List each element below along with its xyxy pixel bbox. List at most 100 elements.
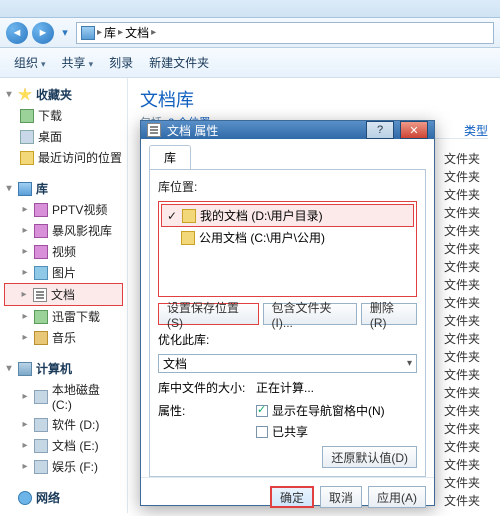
tree-item-videos[interactable]: ▸视频 [4,241,123,262]
tree-item-recent[interactable]: 最近访问的位置 [4,147,123,168]
organize-menu[interactable]: 组织 [8,51,52,74]
type-cell: 文件夹 [444,168,488,186]
type-cell: 文件夹 [444,438,488,456]
set-save-location-button[interactable]: 设置保存位置(S) [158,303,259,325]
type-cell: 文件夹 [444,312,488,330]
chevron-right-icon: ▸ [20,204,30,215]
video-icon [34,245,48,259]
shared-checkbox[interactable]: 已共享 [256,423,385,440]
attributes-row: 属性: 显示在导航窗格中(N) 已共享 [158,402,417,440]
tree-item-disk-d[interactable]: ▸软件 (D:) [4,414,123,435]
locations-label: 库位置: [158,178,417,195]
dialog-titlebar[interactable]: 文档 属性 ? ✕ [141,121,434,139]
type-cell: 文件夹 [444,348,488,366]
picture-icon [34,266,48,280]
ok-button[interactable]: 确定 [270,486,314,508]
tree-item-label: 下载 [38,107,62,124]
type-cell: 文件夹 [444,204,488,222]
help-button[interactable]: ? [366,121,394,139]
size-label: 库中文件的大小: [158,379,250,396]
tree-item-pptv[interactable]: ▸PPTV视频 [4,199,123,220]
properties-dialog: 文档 属性 ? ✕ 库 库位置: ✓ 我的文档 (D:\用户目录) 公用文档 (… [140,120,435,506]
location-item[interactable]: ✓ 我的文档 (D:\用户目录) [161,204,414,227]
library-icon [81,26,95,40]
remove-button[interactable]: 删除(R) [361,303,417,325]
tree-item-disk-f[interactable]: ▸ 娱乐 (F:) [4,456,123,477]
type-cell: 文件夹 [444,186,488,204]
nav-dropdown[interactable]: ▾ [58,22,72,44]
tree-label: 网络 [36,489,60,506]
include-folder-button[interactable]: 包含文件夹(I)... [263,303,357,325]
disk-icon [34,390,48,404]
dialog-panel: 库位置: ✓ 我的文档 (D:\用户目录) 公用文档 (C:\用户\公用) 设置… [149,169,426,477]
tree-item-label: 音乐 [52,329,76,346]
address-bar: ◄ ► ▾ ▸ 库 ▸ 文档 ▸ [0,18,500,48]
folder-icon [20,151,34,165]
chevron-right-icon: ▸ [20,246,30,257]
tree-item-label: 暴风影视库 [52,222,112,239]
locations-list[interactable]: ✓ 我的文档 (D:\用户目录) 公用文档 (C:\用户\公用) [161,204,414,294]
location-buttons: 设置保存位置(S) 包含文件夹(I)... 删除(R) [158,303,417,325]
tree-item-disk-e[interactable]: ▸文档 (E:) [4,435,123,456]
tree-item-desktop[interactable]: 桌面 [4,126,123,147]
location-item[interactable]: 公用文档 (C:\用户\公用) [161,227,414,248]
optimize-select[interactable]: 文档 ▾ [158,354,417,373]
chevron-down-icon: ▾ [4,183,14,194]
locations-box: ✓ 我的文档 (D:\用户目录) 公用文档 (C:\用户\公用) [158,201,417,297]
tree-head-favorites[interactable]: ▾ 收藏夹 [4,84,123,105]
chevron-right-icon: ▸ [20,225,30,236]
optimize-label: 优化此库: [158,331,250,348]
document-icon [33,288,47,302]
tree-item-documents[interactable]: ▸文档 [4,283,123,306]
tree-item-xunlei[interactable]: ▸迅雷下载 [4,306,123,327]
breadcrumb-seg-libraries[interactable]: 库 [104,24,116,41]
forward-button[interactable]: ► [32,22,54,44]
tree-item-label: 娱乐 (F:) [52,458,98,475]
chevron-right-icon: ▸ [19,289,29,300]
size-row: 库中文件的大小: 正在计算... [158,379,417,396]
disk-icon [34,460,48,474]
column-header-type[interactable]: 类型 [464,122,488,139]
burn-button[interactable]: 刻录 [103,51,139,74]
restore-defaults-button[interactable]: 还原默认值(D) [322,446,417,468]
apply-button[interactable]: 应用(A) [368,486,426,508]
new-folder-button[interactable]: 新建文件夹 [143,51,215,74]
type-cell: 文件夹 [444,366,488,384]
type-cell: 文件夹 [444,150,488,168]
type-cell: 文件夹 [444,420,488,438]
network-icon [18,491,32,505]
tree-item-downloads[interactable]: 下载 [4,105,123,126]
tree-item-pictures[interactable]: ▸图片 [4,262,123,283]
type-cell: 文件夹 [444,276,488,294]
tree-item-disk-c[interactable]: ▸本地磁盘 (C:) [4,379,123,414]
tree-head-computer[interactable]: ▾ 计算机 [4,358,123,379]
type-cell: 文件夹 [444,330,488,348]
tab-library[interactable]: 库 [149,145,191,169]
back-button[interactable]: ◄ [6,22,28,44]
close-button[interactable]: ✕ [400,121,428,139]
tree-item-baofeng[interactable]: ▸ 暴风影视库 [4,220,123,241]
video-icon [34,224,48,238]
share-menu[interactable]: 共享 [56,51,100,74]
breadcrumb[interactable]: ▸ 库 ▸ 文档 ▸ [76,22,494,44]
chevron-down-icon: ▾ [4,89,14,100]
chevron-right-icon: ▸ [20,440,30,451]
checkbox-label: 显示在导航窗格中(N) [272,402,385,419]
cancel-button[interactable]: 取消 [320,486,362,508]
dialog-footer: 确定 取消 应用(A) [141,477,434,516]
music-icon [34,331,48,345]
window-tabstrip [0,0,500,18]
chevron-right-icon: ▸ [118,27,123,38]
chevron-right-icon: ▸ [20,267,30,278]
tree-head-libraries[interactable]: ▾ 库 [4,178,123,199]
disk-icon [34,418,48,432]
download-icon [20,109,34,123]
attributes-label: 属性: [158,402,250,419]
show-in-nav-checkbox[interactable]: 显示在导航窗格中(N) [256,402,385,419]
tree-head-network[interactable]: 网络 [4,487,123,508]
breadcrumb-seg-documents[interactable]: 文档 [125,24,149,41]
desktop-icon [20,130,34,144]
chevron-down-icon: ▾ [407,358,412,369]
chevron-right-icon: ▸ [20,461,30,472]
tree-item-music[interactable]: ▸音乐 [4,327,123,348]
